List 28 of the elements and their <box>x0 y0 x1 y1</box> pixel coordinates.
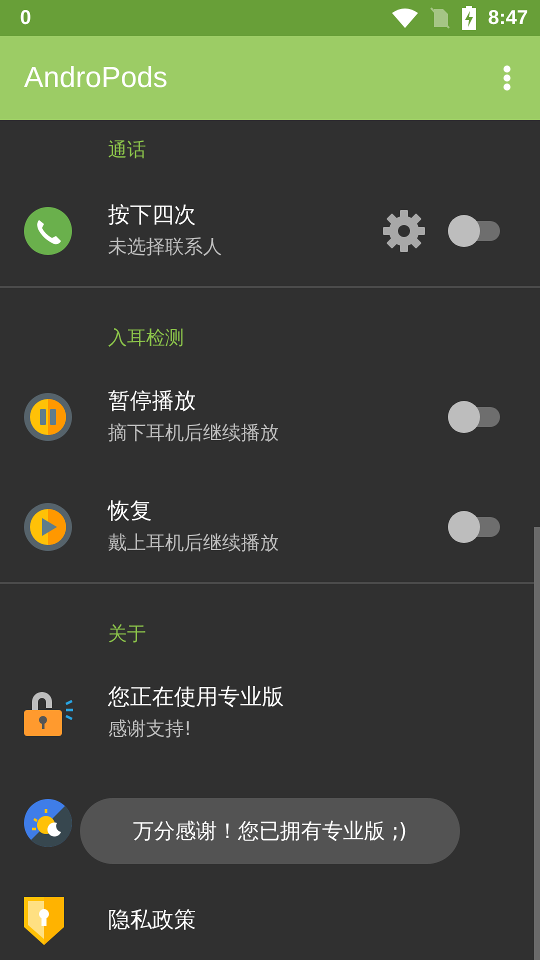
section-header: 关于 <box>108 623 146 645</box>
toggle-switch[interactable] <box>448 511 500 543</box>
row-title: 按下四次 <box>108 202 197 230</box>
row-subtitle: 戴上耳机后继续播放 <box>108 531 280 556</box>
no-sim-icon <box>430 7 450 29</box>
sun-moon-icon <box>24 799 72 847</box>
section-header: 通话 <box>108 139 146 161</box>
row-title: 隐私政策 <box>108 907 197 935</box>
settings-icon[interactable] <box>382 209 426 253</box>
row-title: 您正在使用专业版 <box>108 684 285 712</box>
row-subtitle: 未选择联系人 <box>108 235 223 260</box>
notification-count: 0 <box>20 6 32 30</box>
play-icon <box>24 503 72 551</box>
toggle-switch[interactable] <box>448 215 500 247</box>
toggle-switch[interactable] <box>448 401 500 433</box>
section-header: 入耳检测 <box>108 327 184 349</box>
pause-icon <box>24 393 72 441</box>
row-subtitle: 摘下耳机后继续播放 <box>108 421 280 446</box>
battery-charging-icon <box>462 6 476 30</box>
phone-icon <box>24 207 72 255</box>
app-title: AndroPods <box>24 62 168 94</box>
row-title: 暂停播放 <box>108 388 197 416</box>
row-subtitle: 感谢支持! <box>108 717 193 742</box>
row-title: 恢复 <box>108 498 153 526</box>
wifi-icon <box>392 8 418 28</box>
thanks-toast: 万分感谢！您已拥有专业版 ;) <box>80 798 460 864</box>
clock: 8:47 <box>488 6 528 30</box>
shield-keyhole-icon <box>24 897 64 945</box>
